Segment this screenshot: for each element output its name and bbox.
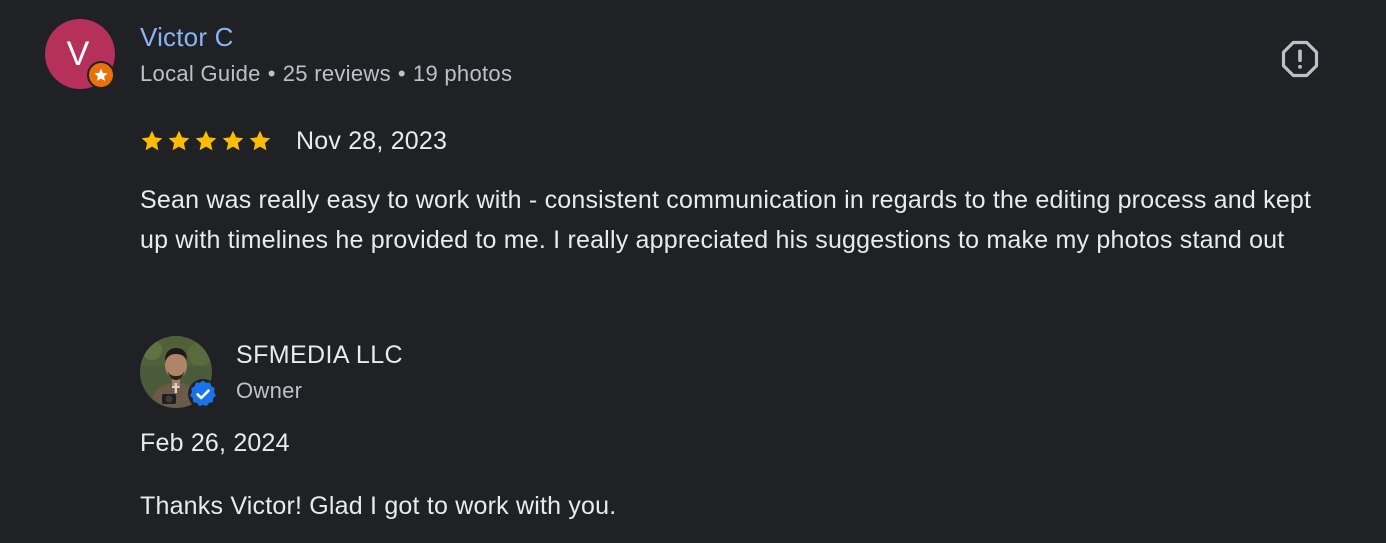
reviewer-photo-count: 19 photos <box>412 61 513 86</box>
meta-separator: • <box>397 61 406 86</box>
reviewer-review-count: 25 reviews <box>282 61 391 86</box>
reply-date: Feb 26, 2024 <box>140 429 290 457</box>
owner-role: Owner <box>236 378 303 403</box>
star-rating <box>140 129 272 153</box>
review-text: Sean was really easy to work with - cons… <box>140 186 1312 254</box>
owner-name: SFMEDIA LLC <box>236 341 403 369</box>
meta-separator: • <box>267 61 276 86</box>
report-review-button[interactable] <box>1278 37 1322 81</box>
star-icon <box>168 130 190 151</box>
star-icon <box>141 130 163 151</box>
report-flag-icon <box>1281 40 1319 78</box>
verified-badge-icon <box>187 378 219 410</box>
review-date: Nov 28, 2023 <box>296 126 448 155</box>
star-icon <box>222 130 244 151</box>
star-icon <box>249 130 271 151</box>
reviewer-meta: Local Guide • 25 reviews • 19 photos <box>140 61 512 87</box>
rating-row: Nov 28, 2023 <box>140 124 447 158</box>
star-icon <box>195 130 217 151</box>
local-guide-star-icon <box>87 61 115 89</box>
reviewer-name[interactable]: Victor C <box>140 22 234 53</box>
reply-text: Thanks Victor! Glad I got to work with y… <box>140 492 617 520</box>
reviewer-level: Local Guide <box>140 61 261 86</box>
reviewer-avatar-letter: V <box>66 35 90 73</box>
review-card: V Victor C Local Guide • 25 reviews • 19 pho… <box>0 0 1386 543</box>
